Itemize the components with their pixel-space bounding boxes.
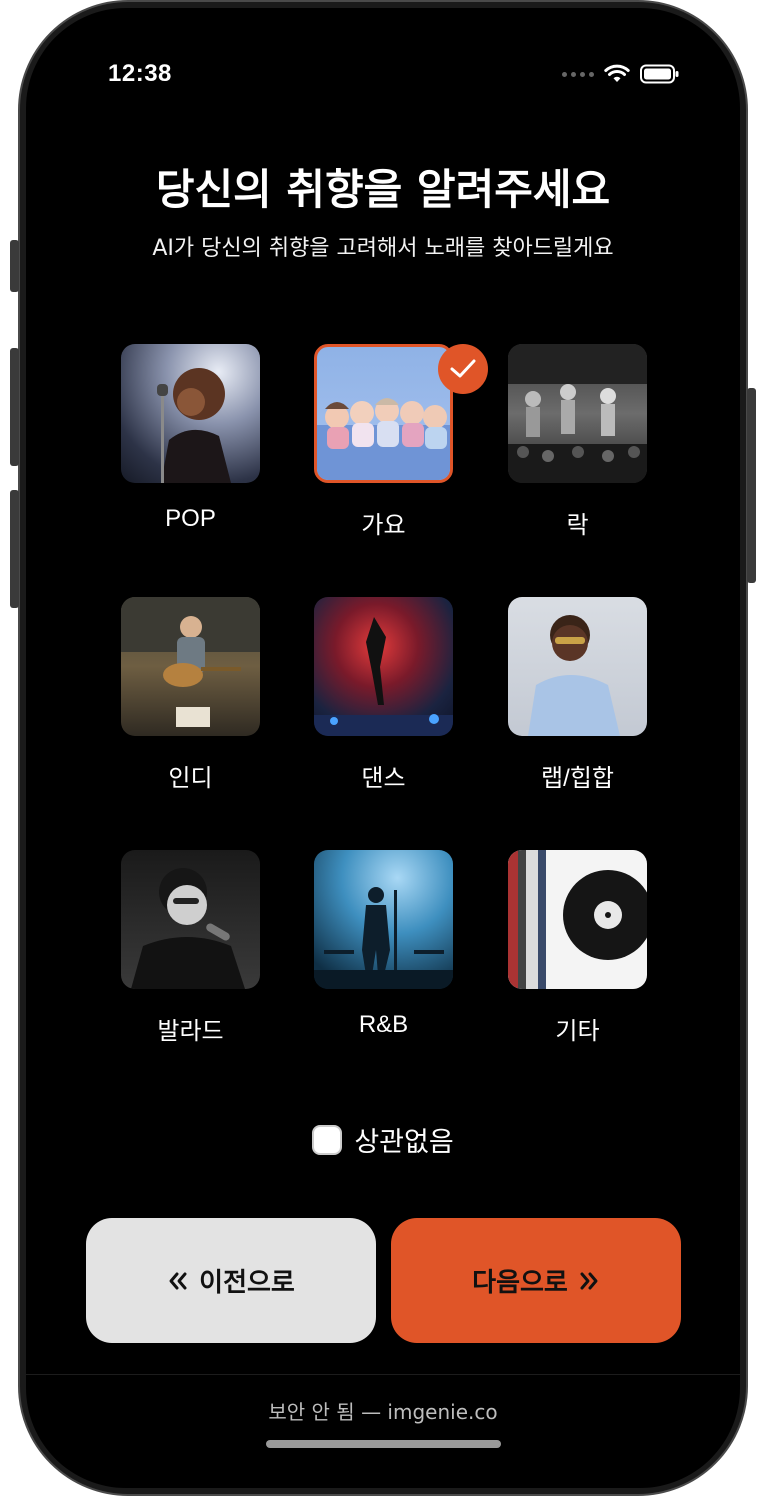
genre-label: POP xyxy=(165,505,216,532)
side-button-volume-down xyxy=(10,490,19,608)
no-preference-label: 상관없음 xyxy=(354,1127,454,1158)
status-bar: 12:38 xyxy=(108,60,680,90)
genre-image-dance[interactable] xyxy=(314,597,453,736)
no-preference-checkbox[interactable] xyxy=(312,1124,343,1155)
genre-label: 기타 xyxy=(555,1018,600,1045)
double-chevron-left-icon xyxy=(169,1272,187,1289)
genre-image-gayo[interactable] xyxy=(314,344,453,483)
side-button-power xyxy=(747,388,756,583)
genre-image-ballad[interactable] xyxy=(121,850,260,989)
genre-label: 락 xyxy=(566,512,589,539)
genre-tile-dance[interactable]: 댄스 xyxy=(314,597,453,793)
genre-tile-etc[interactable]: 기타 xyxy=(508,850,647,1046)
browser-url-bar[interactable]: 보안 안 됨 — imgenie.co xyxy=(26,1396,740,1425)
genre-image-indie[interactable] xyxy=(121,597,260,736)
page-title: 당신의 취향을 알려주세요 xyxy=(155,165,611,214)
genre-tile-rock[interactable]: 락 xyxy=(508,344,647,540)
status-icons xyxy=(562,64,680,84)
double-chevron-right-icon xyxy=(580,1272,598,1289)
genre-label: R&B xyxy=(358,1011,409,1038)
genre-tile-gayo[interactable]: 가요 xyxy=(314,344,453,540)
side-button-action xyxy=(10,240,19,292)
genre-label: 인디 xyxy=(168,765,213,792)
wifi-icon xyxy=(604,64,630,82)
prev-button-label: 이전으로 xyxy=(199,1268,295,1298)
genre-image-etc[interactable] xyxy=(508,850,647,989)
page-subtitle: AI가 당신의 취향을 고려해서 노래를 찾아드릴게요 xyxy=(152,236,614,261)
genre-tile-rnb[interactable]: R&B xyxy=(314,850,453,1039)
status-time: 12:38 xyxy=(108,60,172,87)
genre-image-pop[interactable] xyxy=(121,344,260,483)
prev-button[interactable]: 이전으로 xyxy=(86,1218,376,1343)
genre-image-rock[interactable] xyxy=(508,344,647,483)
genre-tile-ballad[interactable]: 발라드 xyxy=(121,850,260,1046)
genre-image-rnb[interactable] xyxy=(314,850,453,989)
home-indicator[interactable] xyxy=(266,1440,501,1448)
side-button-volume-up xyxy=(10,348,19,466)
app-screen: 12:38 당신의 취향을 알려주세요 AI가 당신의 취향을 고려해서 노래를… xyxy=(26,8,740,1488)
genre-tile-indie[interactable]: 인디 xyxy=(121,597,260,793)
genre-tile-hiphop[interactable]: 랩/힙합 xyxy=(508,597,647,793)
genre-label: 랩/힙합 xyxy=(541,765,614,792)
footer-divider xyxy=(26,1374,740,1375)
genre-tile-pop[interactable]: POP xyxy=(121,344,260,533)
selected-check-icon xyxy=(438,344,488,394)
genre-image-hiphop[interactable] xyxy=(508,597,647,736)
genre-label: 발라드 xyxy=(157,1018,224,1045)
no-preference-option[interactable]: 상관없음 xyxy=(26,1120,740,1159)
genre-label: 댄스 xyxy=(361,765,406,792)
next-button[interactable]: 다음으로 xyxy=(391,1218,681,1343)
next-button-label: 다음으로 xyxy=(472,1268,568,1298)
genre-label: 가요 xyxy=(361,512,406,539)
signal-dots-icon xyxy=(562,71,594,77)
battery-icon xyxy=(640,64,679,84)
